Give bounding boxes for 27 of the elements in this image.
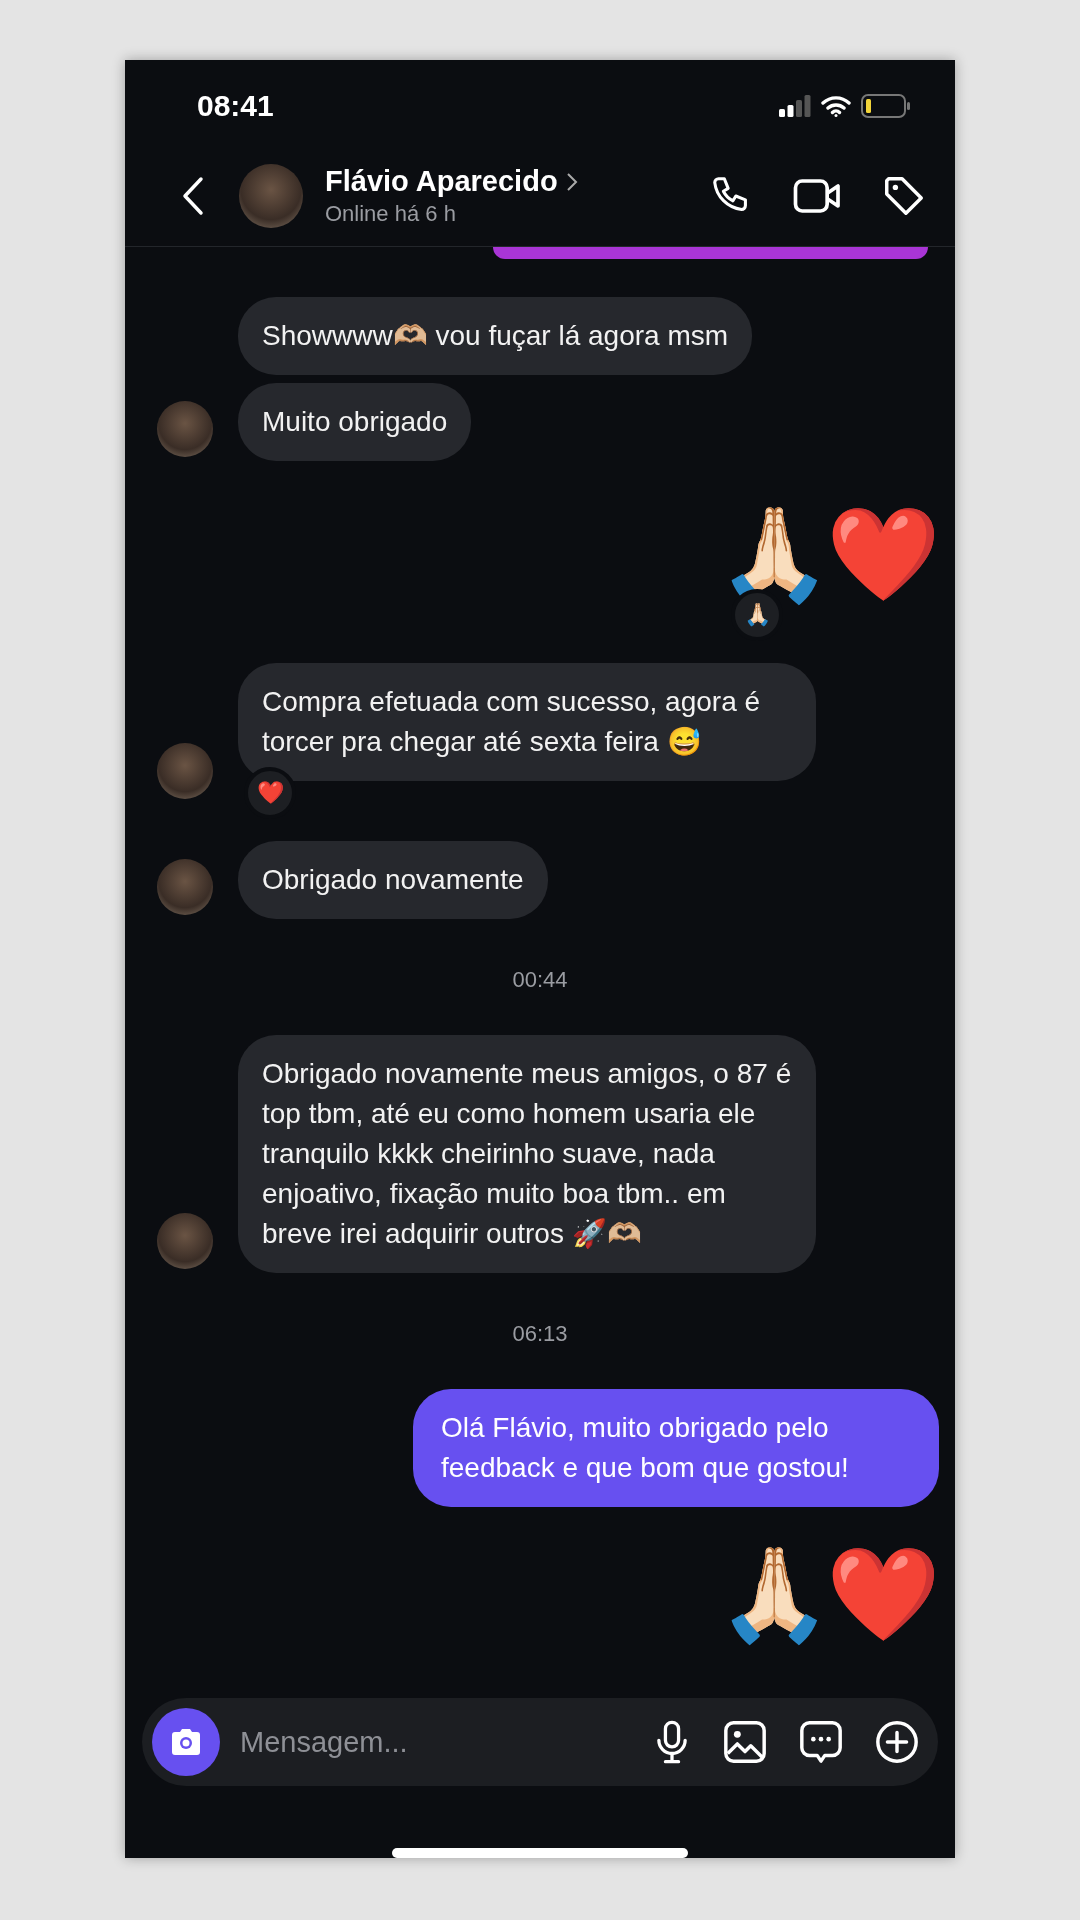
battery-icon <box>861 94 911 118</box>
message-bubble: Obrigado novamente meus amigos, o 87 é top tbm, até eu como homem usaria ele tranquilo kkkk cheirinho suave, nada enjoativo, fixação muito boa tbm.. em breve irei adquirir outros 🚀🫶🏼 <box>238 1035 816 1273</box>
message-bubble: Showwww🫶🏼 vou fuçar lá agora msm <box>238 297 753 375</box>
message-bubble: Compra efetuada com sucesso, agora é torcer pra chegar até sexta feira 😅 <box>238 663 816 781</box>
timestamp: 06:13 <box>512 1321 568 1346</box>
contact-name[interactable]: Flávio Aparecido <box>325 165 558 198</box>
message-bubble: Obrigado novamente <box>238 841 548 919</box>
image-icon[interactable] <box>722 1719 768 1765</box>
status-time: 08:41 <box>197 89 274 123</box>
plus-icon[interactable] <box>874 1719 920 1765</box>
avatar[interactable] <box>157 401 213 457</box>
wifi-icon <box>821 95 851 117</box>
contact-status: Online há 6 h <box>325 201 457 227</box>
timestamp: 00:44 <box>512 967 568 992</box>
chevron-right-icon <box>565 171 578 192</box>
avatar[interactable] <box>157 859 213 915</box>
emoji-message: 🙏🏻❤ <box>717 1542 935 1647</box>
message-bubble: Olá Flávio, muito obrigado pelo feedback e que bom que gostou! <box>413 1389 939 1507</box>
back-icon[interactable] <box>181 176 205 216</box>
video-camera-icon[interactable] <box>793 176 843 216</box>
camera-icon <box>169 1727 203 1757</box>
signal-icon <box>779 95 811 117</box>
message-bubble: Muito obrigado <box>238 383 472 461</box>
camera-button[interactable] <box>152 1708 220 1776</box>
avatar[interactable] <box>157 743 213 799</box>
avatar[interactable] <box>157 1213 213 1269</box>
chat-bubble-icon[interactable] <box>798 1719 844 1765</box>
